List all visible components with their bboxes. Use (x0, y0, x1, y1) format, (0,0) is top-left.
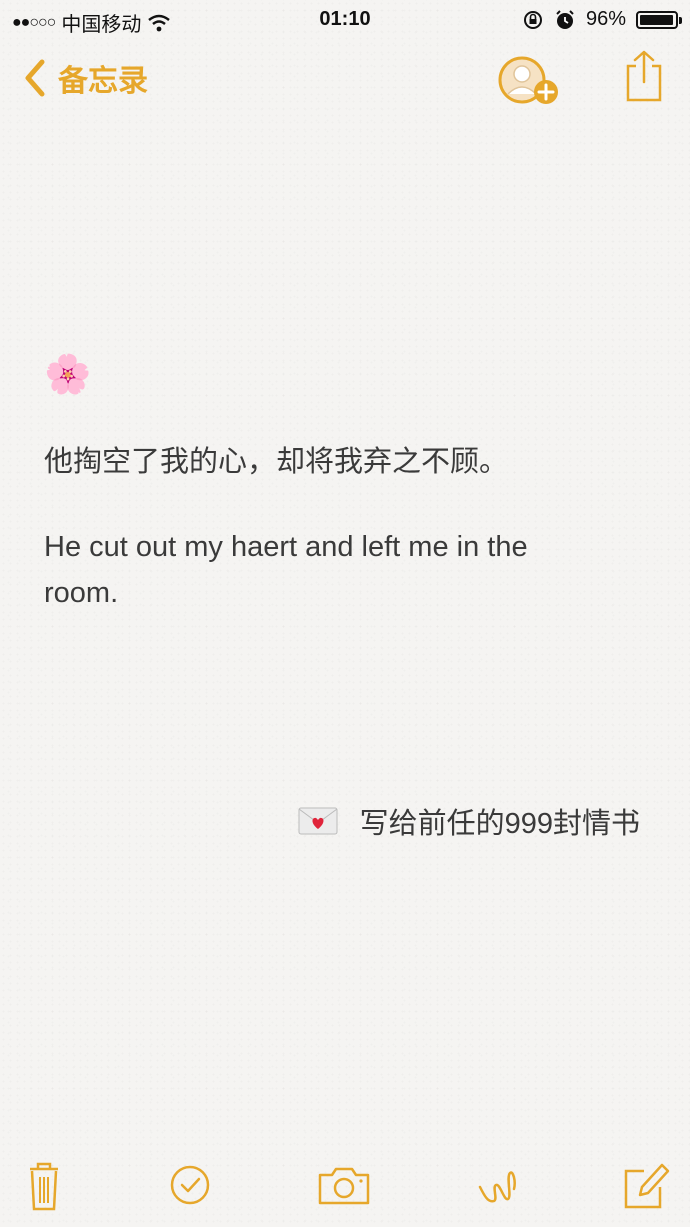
note-body[interactable]: 🌸 他掏空了我的心，却将我弃之不顾。 He cut out my haert a… (44, 350, 654, 616)
back-label: 备忘录 (58, 65, 148, 98)
trash-icon[interactable] (14, 1155, 74, 1215)
camera-icon[interactable] (314, 1155, 374, 1215)
battery-icon (636, 10, 682, 29)
rotation-lock-icon (523, 10, 542, 29)
battery-fill (640, 14, 673, 25)
status-bar: ●●○○○ 中国移动 01:10 96% (0, 0, 690, 40)
cherry-blossom-icon: 🌸 (44, 354, 92, 396)
add-person-icon[interactable] (496, 50, 564, 110)
note-line-english: He cut out my haert and left me in the r… (44, 531, 528, 609)
signature-text: 写给前任的999封情书 (359, 808, 640, 840)
chevron-left-icon (25, 59, 45, 97)
share-icon[interactable] (622, 48, 666, 104)
alarm-icon (556, 9, 574, 29)
love-letter-icon (298, 807, 338, 835)
status-right: 96% (522, 8, 682, 31)
back-button[interactable]: 备忘录 (18, 56, 148, 100)
bottom-toolbar (0, 1147, 690, 1227)
battery-percent: 96% (585, 8, 626, 30)
signature: 写给前任的999封情书 (298, 800, 640, 842)
sketch-icon[interactable] (468, 1155, 528, 1215)
checkmark-circle-icon[interactable] (160, 1155, 220, 1215)
nav-bar: 备忘录 (0, 44, 690, 114)
compose-icon[interactable] (614, 1155, 674, 1215)
note-line-chinese: 他掏空了我的心，却将我弃之不顾。 (44, 446, 509, 478)
